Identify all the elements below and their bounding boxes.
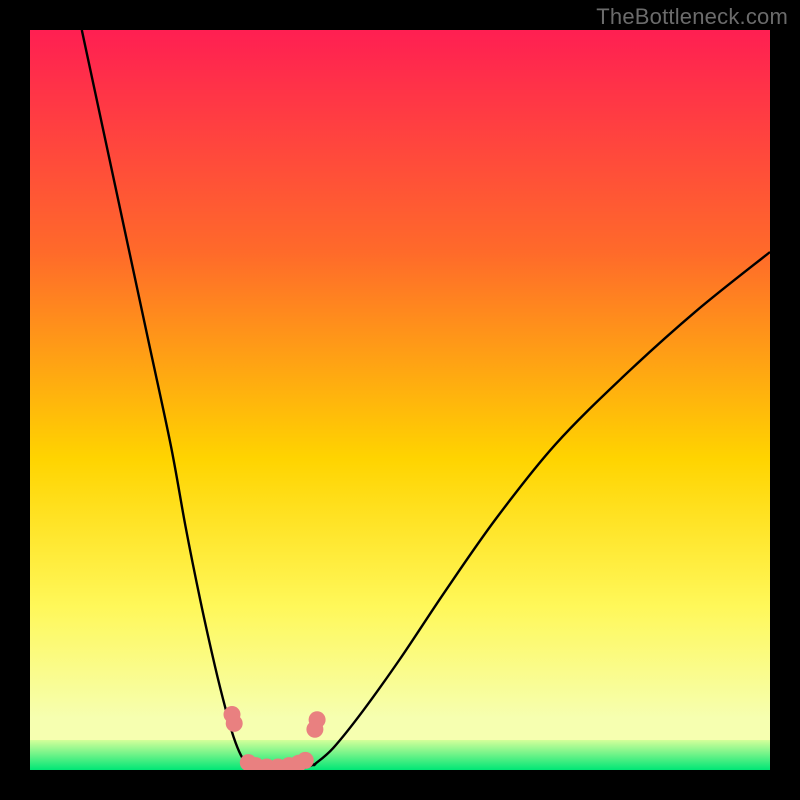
curve-path — [82, 30, 770, 769]
marker-dot — [309, 711, 326, 728]
plot-area — [30, 30, 770, 770]
highlight-markers — [224, 706, 326, 770]
bottleneck-curve — [30, 30, 770, 770]
marker-dot — [297, 752, 314, 769]
marker-dot — [226, 715, 243, 732]
chart-frame: TheBottleneck.com — [0, 0, 800, 800]
watermark-text: TheBottleneck.com — [596, 4, 788, 30]
